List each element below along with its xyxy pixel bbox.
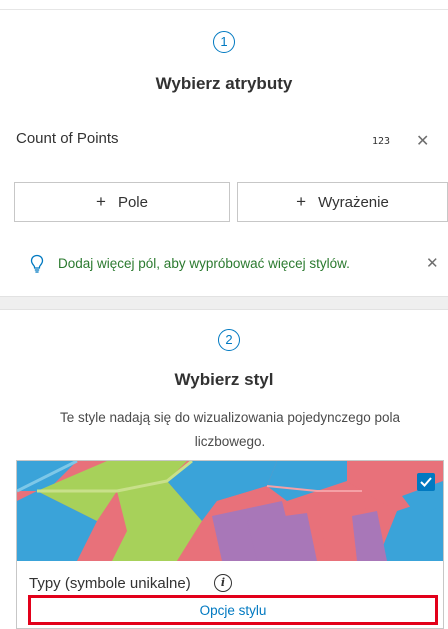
info-icon[interactable]: i	[214, 574, 232, 592]
close-hint-icon[interactable]: ✕	[426, 254, 439, 272]
lightbulb-icon	[30, 254, 44, 273]
style-card-title: Typy (symbole unikalne)	[29, 575, 191, 592]
style-card-unique-types[interactable]: Typy (symbole unikalne) i Opcje stylu	[16, 460, 444, 629]
plus-icon: +	[96, 192, 106, 211]
step-2-indicator: 2	[218, 329, 240, 351]
selected-checkbox-icon[interactable]	[417, 473, 435, 491]
add-expression-button[interactable]: + Wyrażenie	[237, 182, 448, 222]
add-expression-label: Wyrażenie	[318, 193, 389, 211]
remove-attribute-icon[interactable]: ✕	[416, 131, 429, 151]
hint-text: Dodaj więcej pól, aby wypróbować więcej …	[58, 256, 350, 271]
number-type-icon: 123	[372, 136, 391, 147]
style-description-line-1: Te style nadają się do wizualizowania po…	[60, 410, 400, 425]
add-field-button[interactable]: + Pole	[14, 182, 230, 222]
style-options-button[interactable]: Opcje stylu	[28, 595, 438, 625]
style-description-line-2: liczbowego.	[194, 434, 266, 449]
style-description: Te style nadają się do wizualizowania po…	[20, 406, 440, 454]
style-preview-map	[17, 461, 443, 561]
step-1-title: Wybierz atrybuty	[155, 74, 293, 93]
add-field-label: Pole	[117, 193, 148, 211]
plus-icon: +	[296, 192, 307, 211]
step-2-title: Wybierz styl	[174, 370, 274, 389]
step-1-indicator: 1	[213, 31, 235, 53]
section-divider	[0, 296, 448, 310]
attribute-row: Count of Points 123 ✕	[0, 118, 448, 162]
hint-notice: Dodaj więcej pól, aby wypróbować więcej …	[0, 250, 448, 280]
preview-map-graphic	[17, 461, 443, 561]
attribute-label: Count of Points	[16, 130, 119, 147]
top-divider	[0, 0, 448, 10]
